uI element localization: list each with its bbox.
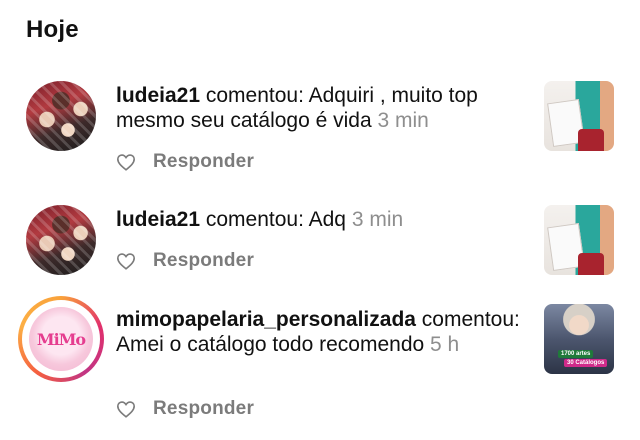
timestamp: 5 h bbox=[430, 333, 460, 356]
comment-text[interactable]: mimopapelaria_personalizada comentou: Am… bbox=[116, 307, 521, 357]
timestamp: 3 min bbox=[377, 109, 429, 132]
comment-text[interactable]: ludeia21 comentou: Adquiri , muito top m… bbox=[116, 83, 521, 133]
logo-text: MiMo bbox=[36, 329, 86, 349]
promo-badge-arts: 1700 artes bbox=[558, 350, 594, 358]
post-thumbnail[interactable] bbox=[544, 205, 614, 275]
reply-button[interactable]: Responder bbox=[153, 151, 254, 173]
heart-icon[interactable] bbox=[116, 153, 136, 171]
post-thumbnail[interactable] bbox=[544, 81, 614, 151]
promo-badge-catalogs: 30 Catálogos bbox=[564, 359, 608, 367]
comment-text[interactable]: ludeia21 comentou: Adq 3 min bbox=[116, 207, 521, 232]
username[interactable]: ludeia21 bbox=[116, 84, 200, 107]
heart-icon[interactable] bbox=[116, 252, 136, 270]
post-thumbnail[interactable]: 1700 artes 30 Catálogos bbox=[544, 304, 614, 374]
username[interactable]: mimopapelaria_personalizada bbox=[116, 308, 416, 331]
notification-item: MiMo mimopapelaria_personalizada comento… bbox=[0, 296, 640, 426]
reply-button[interactable]: Responder bbox=[153, 250, 254, 272]
comment-body: comentou: Adq bbox=[200, 208, 352, 231]
timestamp: 3 min bbox=[351, 208, 404, 231]
reply-button[interactable]: Responder bbox=[153, 398, 254, 420]
heart-icon[interactable] bbox=[116, 400, 136, 418]
comment-actions: Responder bbox=[116, 151, 254, 173]
notification-item: ludeia21 comentou: Adquiri , muito top m… bbox=[0, 80, 640, 180]
mimo-papelaria-logo: MiMo bbox=[29, 307, 93, 371]
user-avatar[interactable] bbox=[26, 205, 96, 275]
section-title-today: Hoje bbox=[26, 16, 79, 43]
username[interactable]: ludeia21 bbox=[116, 208, 200, 231]
avatar-ring-gap: MiMo bbox=[22, 300, 100, 378]
notification-item: ludeia21 comentou: Adq 3 min Responder bbox=[0, 205, 640, 285]
comment-actions: Responder bbox=[116, 398, 254, 420]
user-avatar[interactable] bbox=[26, 81, 96, 151]
story-ring-avatar[interactable]: MiMo bbox=[18, 296, 104, 382]
comment-actions: Responder bbox=[116, 250, 254, 272]
